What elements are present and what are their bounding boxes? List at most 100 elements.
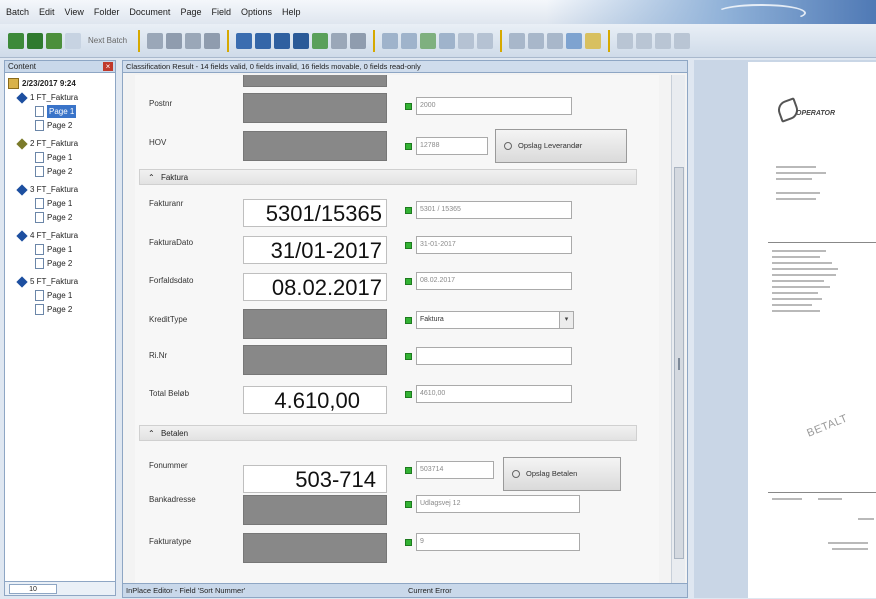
page-icon (35, 304, 44, 315)
fit-page-icon[interactable] (547, 32, 564, 49)
tree-document[interactable]: 4 FT_Faktura (16, 229, 78, 242)
hov-input[interactable]: 12788 (416, 137, 488, 155)
form-area: Postnr 2000 HOV 12788 Opslag Leverandør … (135, 75, 659, 583)
rotate-left-icon[interactable] (617, 32, 634, 49)
menu-help[interactable]: Help (282, 7, 301, 17)
menu-folder[interactable]: Folder (94, 7, 120, 17)
tree-document[interactable]: 2 FT_Faktura (16, 137, 78, 150)
zoom-in-icon[interactable] (509, 32, 526, 49)
company-logo: OPERATOR (775, 97, 848, 124)
grid-icon[interactable] (147, 32, 164, 49)
grid-icon[interactable] (166, 32, 183, 49)
status-editor-text: InPlace Editor - Field 'Sort Nummer' (126, 586, 246, 595)
text-line (858, 518, 874, 520)
tree-page-label: Page 1 (47, 105, 77, 118)
page-icon (35, 152, 44, 163)
lookup-vendor-label: Opslag Leverandør (518, 141, 583, 150)
close-batch-icon[interactable] (46, 32, 62, 49)
postnr-input[interactable]: 2000 (416, 97, 572, 115)
page-icon (35, 290, 44, 301)
tree-document[interactable]: 1 FT_Faktura (16, 91, 78, 104)
edit-icon[interactable] (350, 32, 367, 49)
chevron-down-icon[interactable]: ▾ (559, 312, 573, 328)
section-header-betalen[interactable]: ⌃ Betalen (139, 425, 637, 441)
page-icon[interactable] (458, 32, 475, 49)
page-icon[interactable] (382, 32, 399, 49)
next-batch-label[interactable]: Next Batch (84, 36, 131, 45)
page-icon (35, 244, 44, 255)
tree-page-selected[interactable]: Page 1 (35, 105, 77, 118)
page-icon[interactable] (401, 32, 418, 49)
tree-page[interactable]: Page 1 (35, 243, 72, 256)
menu-field[interactable]: Field (211, 7, 231, 17)
menu-page[interactable]: Page (180, 7, 201, 17)
valid-status-icon (405, 278, 412, 285)
close-icon[interactable]: × (103, 62, 113, 71)
ref-input[interactable] (416, 347, 572, 365)
page-icon[interactable] (477, 32, 494, 49)
menu-edit[interactable]: Edit (39, 7, 55, 17)
tree-page[interactable]: Page 2 (35, 257, 72, 270)
kreditype-select[interactable]: Faktura ▾ (416, 311, 574, 329)
forfaldsdato-input[interactable]: 08.02.2017 (416, 272, 572, 290)
menu-document[interactable]: Document (129, 7, 170, 17)
bankadresse-input[interactable]: Udlagsvej 12 (416, 495, 580, 513)
fakturanr-input[interactable]: 5301 / 15365 (416, 201, 572, 219)
page-icon[interactable] (439, 32, 456, 49)
rotate-right-icon[interactable] (636, 32, 653, 49)
first-document-icon[interactable] (236, 32, 253, 49)
tree-page[interactable]: Page 2 (35, 119, 72, 132)
menu-view[interactable]: View (65, 7, 84, 17)
total-input[interactable]: 4610,00 (416, 385, 572, 403)
tool-icon[interactable] (674, 32, 691, 49)
fakturadato-input[interactable]: 31-01-2017 (416, 236, 572, 254)
tree-footer-field[interactable]: 10 (9, 584, 57, 594)
fit-width-icon[interactable] (566, 32, 583, 49)
fonummer-input[interactable]: 503714 (416, 461, 494, 479)
scrollbar-grip (678, 358, 680, 370)
tool-icon[interactable] (655, 32, 672, 49)
edit-icon[interactable] (331, 32, 348, 49)
last-document-icon[interactable] (293, 32, 310, 49)
tree-page[interactable]: Page 2 (35, 303, 72, 316)
previous-document-icon[interactable] (255, 32, 272, 49)
field-label-postnr: Postnr (149, 99, 173, 108)
tree-page[interactable]: Page 1 (35, 151, 72, 164)
status-bar: InPlace Editor - Field 'Sort Nummer' Cur… (123, 583, 687, 597)
document-page-image[interactable]: OPERATOR BETALT (748, 62, 876, 598)
open-batch-icon[interactable] (8, 32, 24, 49)
field-label-fakturanr: Fakturanr (149, 199, 184, 208)
lookup-betalen-button[interactable]: Opslag Betalen (503, 457, 621, 491)
fakturatype-input[interactable]: 9 (416, 533, 580, 551)
validate-icon[interactable] (312, 32, 329, 49)
logo-text: OPERATOR (796, 110, 836, 117)
tree-page-label: Page 1 (47, 153, 73, 162)
scrollbar-thumb[interactable] (674, 167, 684, 559)
save-batch-icon[interactable] (27, 32, 43, 49)
tree-page[interactable]: Page 1 (35, 197, 72, 210)
document-icon (16, 229, 28, 242)
menu-batch[interactable]: Batch (6, 7, 29, 17)
tree-batch[interactable]: 2/23/2017 9:24 (8, 77, 76, 90)
menu-options[interactable]: Options (241, 7, 272, 17)
grid-icon[interactable] (185, 32, 202, 49)
zoom-out-icon[interactable] (528, 32, 545, 49)
valid-status-icon (405, 501, 412, 508)
section-header-faktura[interactable]: ⌃ Faktura (139, 169, 637, 185)
tree-page[interactable]: Page 2 (35, 165, 72, 178)
valid-status-icon (405, 207, 412, 214)
tree-page[interactable]: Page 2 (35, 211, 72, 224)
page-icon[interactable] (420, 32, 437, 49)
next-batch-icon[interactable] (65, 32, 81, 49)
tree-page[interactable]: Page 1 (35, 289, 72, 302)
tree-document[interactable]: 5 FT_Faktura (16, 275, 78, 288)
next-document-icon[interactable] (274, 32, 291, 49)
page-icon (35, 120, 44, 131)
tree-document[interactable]: 3 FT_Faktura (16, 183, 78, 196)
lookup-betalen-label: Opslag Betalen (526, 469, 578, 478)
text-line (772, 304, 812, 306)
grid-icon[interactable] (204, 32, 221, 49)
lookup-vendor-button[interactable]: Opslag Leverandør (495, 129, 627, 163)
vertical-scrollbar[interactable] (671, 75, 685, 583)
highlight-icon[interactable] (585, 32, 602, 49)
